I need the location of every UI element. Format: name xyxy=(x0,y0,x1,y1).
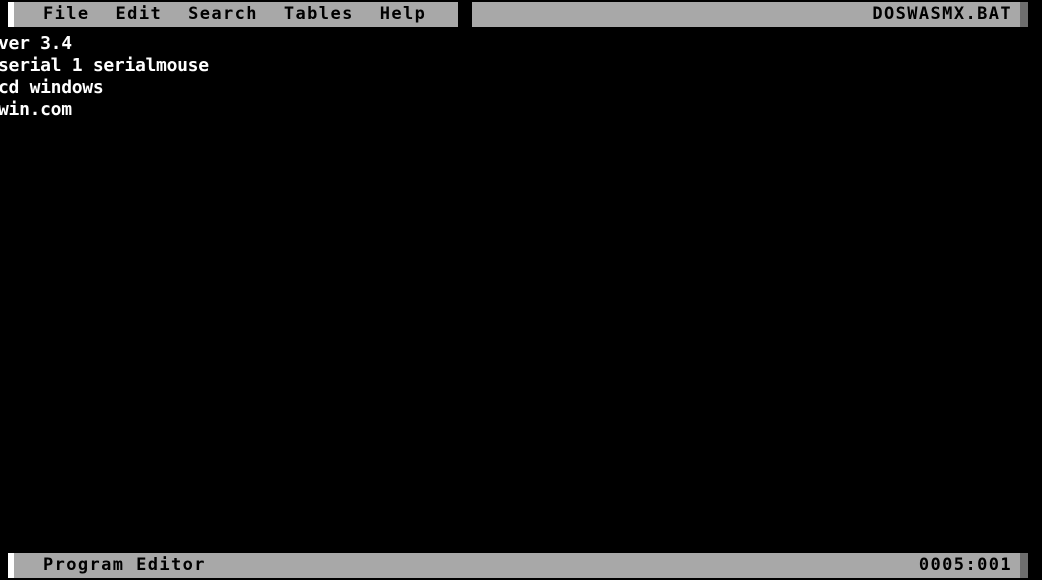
menu-item-help[interactable]: Help xyxy=(380,2,427,27)
status-bar: Program Editor 0005:001 xyxy=(0,553,1042,578)
current-filename: DOSWASMX.BAT xyxy=(872,4,1012,24)
editor-line: win.com xyxy=(0,99,72,120)
editor-line: ver 3.4 xyxy=(0,33,72,54)
menu-item-search[interactable]: Search xyxy=(188,2,258,27)
menubar-cursor-block xyxy=(458,2,472,27)
dos-text-editor-screen: File Edit Search Tables Help DOSWASMX.BA… xyxy=(0,0,1042,580)
editor-line: serial 1 serialmouse xyxy=(0,55,209,76)
statusbar-scroll-marker-icon[interactable] xyxy=(1020,553,1028,578)
menu-item-file[interactable]: File xyxy=(43,2,90,27)
menu-item-edit[interactable]: Edit xyxy=(116,2,163,27)
menu-item-tables[interactable]: Tables xyxy=(284,2,354,27)
menubar-scroll-marker-icon[interactable] xyxy=(1020,2,1028,27)
editor-text-area[interactable]: ver 3.4 serial 1 serialmouse cd windows … xyxy=(0,28,1042,550)
editor-line: cd windows xyxy=(0,77,104,98)
status-app-label: Program Editor xyxy=(43,555,206,575)
menu-bar: File Edit Search Tables Help DOSWASMX.BA… xyxy=(0,2,1042,27)
menu-item-list: File Edit Search Tables Help xyxy=(14,2,426,27)
status-cursor-position: 0005:001 xyxy=(918,555,1012,575)
